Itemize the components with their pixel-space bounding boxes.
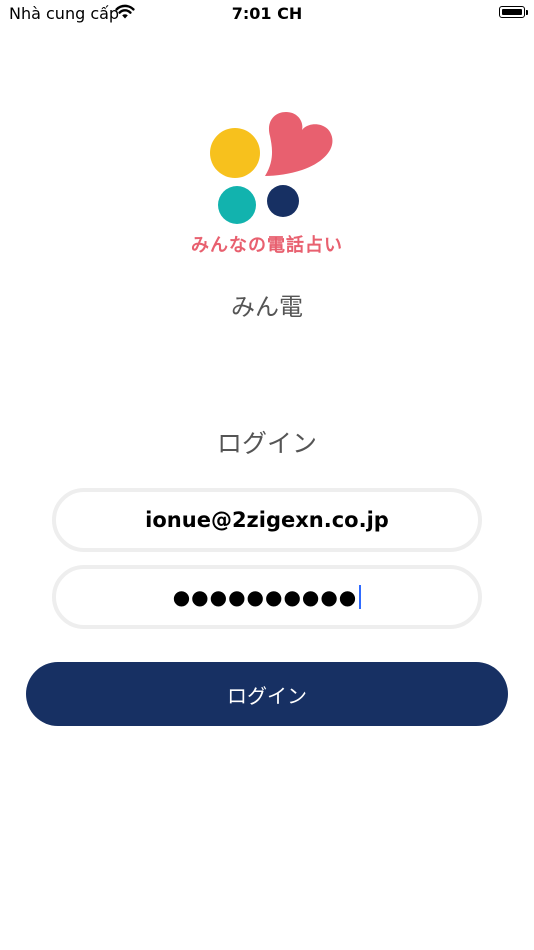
password-value: ●●●●●●●●●● <box>172 585 358 609</box>
logo-text: みんなの電話占い <box>191 235 343 256</box>
battery-icon <box>499 6 528 18</box>
app-logo <box>210 112 333 224</box>
login-heading: ログイン <box>216 429 317 458</box>
login-button[interactable]: ログイン <box>26 662 508 726</box>
status-bar: Nhà cung cấp 7:01 CH <box>0 0 534 30</box>
password-field[interactable]: ●●●●●●●●●● <box>52 565 482 629</box>
status-time: 7:01 CH <box>231 4 303 23</box>
email-value: ionue@2zigexn.co.jp <box>145 508 389 532</box>
app-name: みん電 <box>231 293 303 321</box>
text-caret <box>359 585 362 609</box>
email-field[interactable]: ionue@2zigexn.co.jp <box>52 488 482 552</box>
